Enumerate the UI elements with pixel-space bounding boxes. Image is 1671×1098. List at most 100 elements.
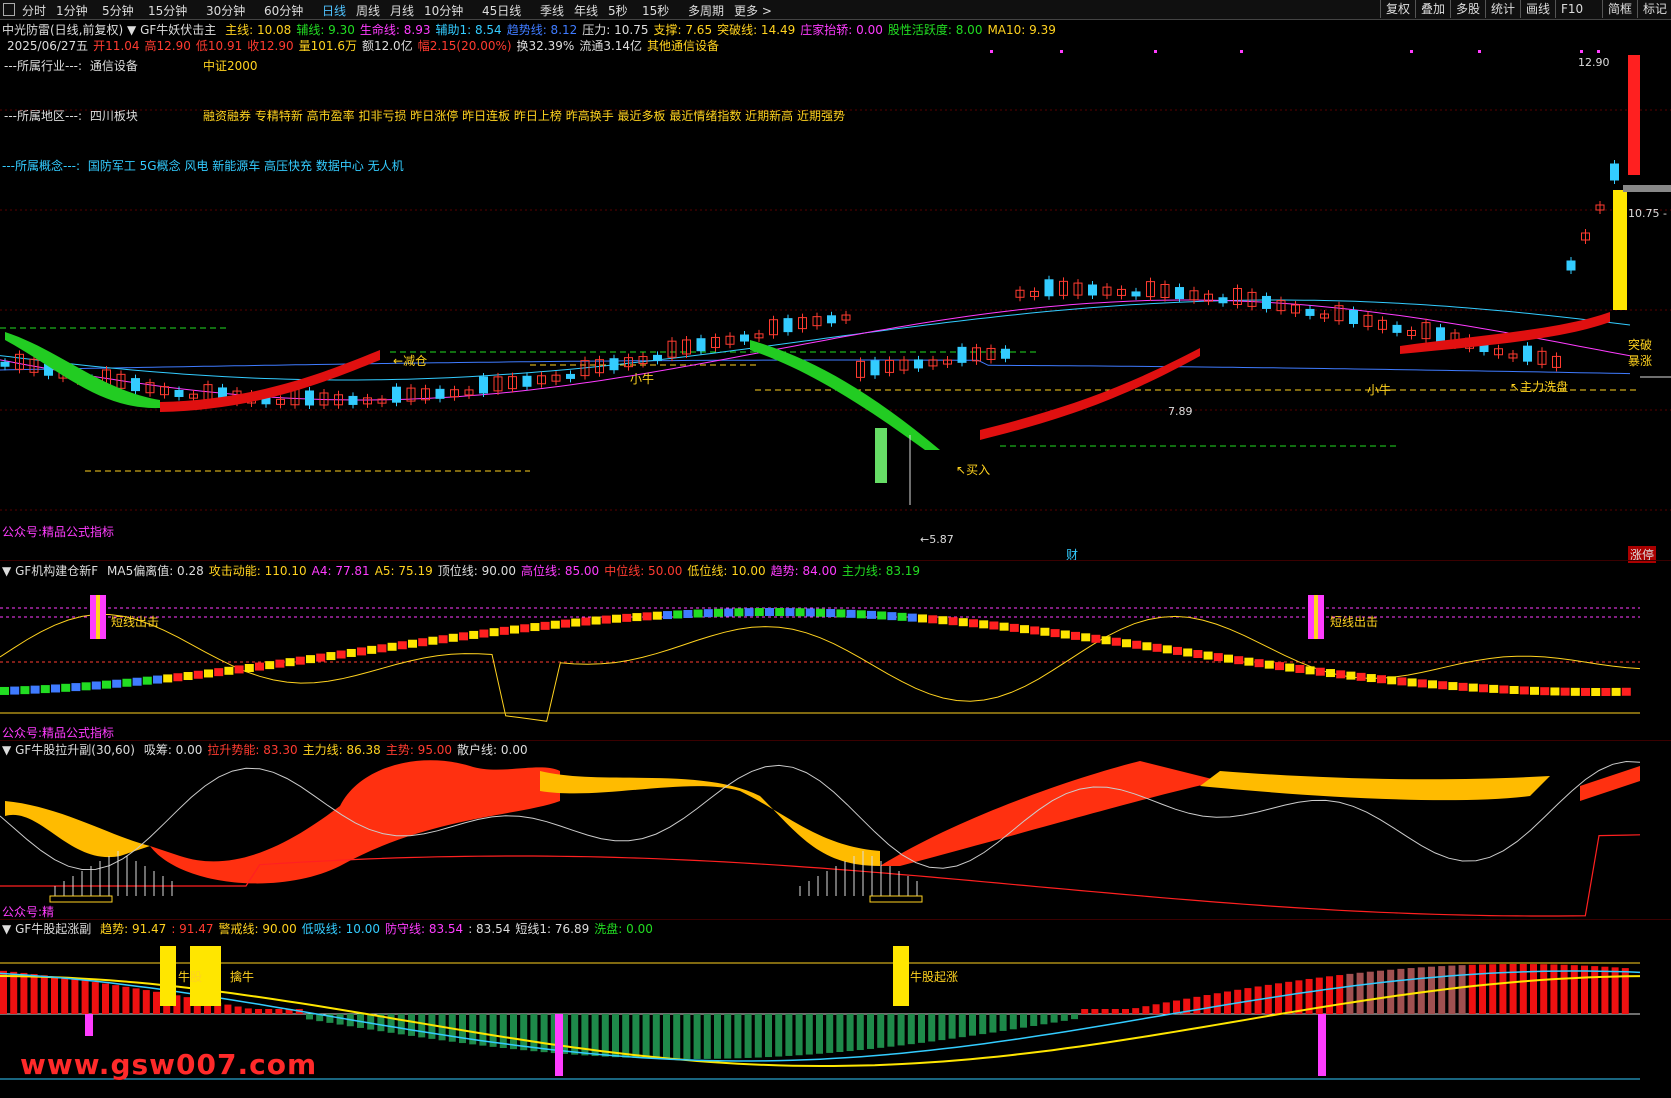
indicator-toggle-icon[interactable]: ▼ <box>2 743 11 757</box>
trend-block <box>1071 631 1080 640</box>
main-price-chart[interactable] <box>0 50 1671 550</box>
trend-block <box>51 684 60 693</box>
lift-band <box>880 761 1220 866</box>
trend-block <box>571 618 581 627</box>
trend-block <box>224 666 234 675</box>
trend-block <box>91 681 101 690</box>
period-tab[interactable]: 5秒 <box>608 2 628 19</box>
toolbar-button[interactable]: 画线 <box>1520 0 1555 18</box>
signal-bar <box>85 1014 93 1036</box>
trend-bar <box>999 1014 1007 1031</box>
toolbar-button[interactable]: 多股 <box>1450 0 1485 18</box>
trend-block <box>1448 682 1458 691</box>
panel2-value: 顶位线: 90.00 <box>437 564 516 578</box>
trend-block <box>1550 687 1560 696</box>
period-tab[interactable]: 60分钟 <box>264 2 303 19</box>
period-tab[interactable]: 季线 <box>540 2 564 19</box>
candle-body <box>1044 279 1054 297</box>
candle-body <box>653 354 662 361</box>
period-tab[interactable]: 周线 <box>356 2 380 19</box>
period-tab[interactable]: 日线 <box>322 2 346 19</box>
candle-body <box>566 373 575 379</box>
period-tab[interactable]: 月线 <box>390 2 414 19</box>
toolbar-button[interactable]: 简框 <box>1602 0 1637 18</box>
trend-block <box>673 610 683 619</box>
panel3-value: 吸筹: 0.00 <box>143 743 203 757</box>
trend-bar <box>877 1014 885 1048</box>
toolbar-button[interactable]: 统计 <box>1485 0 1520 18</box>
panel2-name[interactable]: GF机构建仓新F <box>15 564 98 578</box>
panel2-value: 中位线: 50.00 <box>604 564 683 578</box>
indicator-toggle-icon[interactable]: ▼ <box>2 564 11 578</box>
trend-block <box>30 685 40 694</box>
candle-body <box>1436 327 1445 343</box>
trend-block <box>1060 630 1070 639</box>
trend-block <box>244 664 254 673</box>
period-tab[interactable]: 年线 <box>574 2 598 19</box>
trend-bar <box>244 1008 252 1014</box>
trend-bar <box>91 982 99 1014</box>
panel4-name[interactable]: GF牛股起涨副 <box>15 922 91 936</box>
trend-block <box>907 613 917 622</box>
indicator-name[interactable]: GF牛妖伏击主 <box>140 23 216 37</box>
watermark-panel3: 公众号:精 <box>2 905 55 919</box>
period-tab[interactable]: 5分钟 <box>102 2 134 19</box>
period-tab[interactable]: 15秒 <box>642 2 669 19</box>
indicator-toggle-icon[interactable]: ▼ <box>127 23 136 37</box>
indicator-value: 股性活跃度: 8.00 <box>887 23 983 37</box>
panel4-value: : 83.54 <box>468 922 511 936</box>
panel3-chart[interactable] <box>0 756 1671 918</box>
trend-block <box>1438 681 1448 690</box>
period-tab[interactable]: 30分钟 <box>206 2 245 19</box>
retail-line <box>0 760 1641 871</box>
period-tab[interactable]: 分时 <box>22 2 46 19</box>
trend-bar <box>907 1014 915 1045</box>
trend-bar <box>1132 1008 1140 1014</box>
trend-bar <box>1060 1014 1068 1021</box>
panel2-chart[interactable] <box>0 577 1671 742</box>
toolbar-button[interactable]: 复权 <box>1380 0 1415 18</box>
trend-block <box>663 611 672 620</box>
trend-block <box>1417 679 1427 688</box>
candle-body <box>783 318 793 333</box>
trend-block <box>969 619 978 628</box>
indicator-toggle-icon[interactable]: ▼ <box>2 922 11 936</box>
trend-bar <box>938 1014 946 1041</box>
trend-bar <box>1030 1014 1038 1026</box>
trend-block <box>1275 662 1284 671</box>
period-tab[interactable]: 更多 > <box>734 2 772 19</box>
trend-block <box>1040 627 1050 636</box>
menu-box-icon[interactable] <box>3 3 15 16</box>
trend-block <box>642 612 652 621</box>
signal-dot <box>1478 50 1481 53</box>
period-tab[interactable]: 1分钟 <box>56 2 88 19</box>
trend-bar <box>1122 1009 1129 1014</box>
trend-bar <box>1009 1014 1017 1030</box>
trend-bar <box>336 1014 344 1025</box>
trend-bar <box>612 1014 619 1058</box>
period-tab[interactable]: 45日线 <box>482 2 521 19</box>
candle-body <box>174 389 184 397</box>
toolbar-button[interactable]: 叠加 <box>1415 0 1450 18</box>
lift-band <box>540 771 880 866</box>
candle-body <box>1175 287 1184 300</box>
indicator-value: MA10: 9.39 <box>987 23 1056 37</box>
trend-block <box>826 609 836 618</box>
period-tab[interactable]: 15分钟 <box>148 2 187 19</box>
trend-ribbon <box>750 340 940 450</box>
trend-block <box>1407 678 1417 687</box>
watermark-main: 公众号:精品公式指标 <box>2 525 115 539</box>
period-tab[interactable]: 多周期 <box>688 2 724 19</box>
trend-bar <box>1193 996 1201 1014</box>
trend-block <box>183 672 193 681</box>
panel3-name[interactable]: GF牛股拉升副(30,60) <box>15 743 135 757</box>
panel2-value: 低位线: 10.00 <box>687 564 766 578</box>
signal-bar <box>96 595 100 639</box>
trend-block <box>122 678 132 687</box>
toolbar-button[interactable]: 标记 <box>1637 0 1671 18</box>
toolbar-button[interactable]: F10 <box>1555 0 1588 18</box>
trend-block <box>214 668 224 677</box>
trend-bar <box>397 1014 405 1035</box>
period-tab[interactable]: 10分钟 <box>424 2 463 19</box>
trend-block <box>1122 639 1131 648</box>
